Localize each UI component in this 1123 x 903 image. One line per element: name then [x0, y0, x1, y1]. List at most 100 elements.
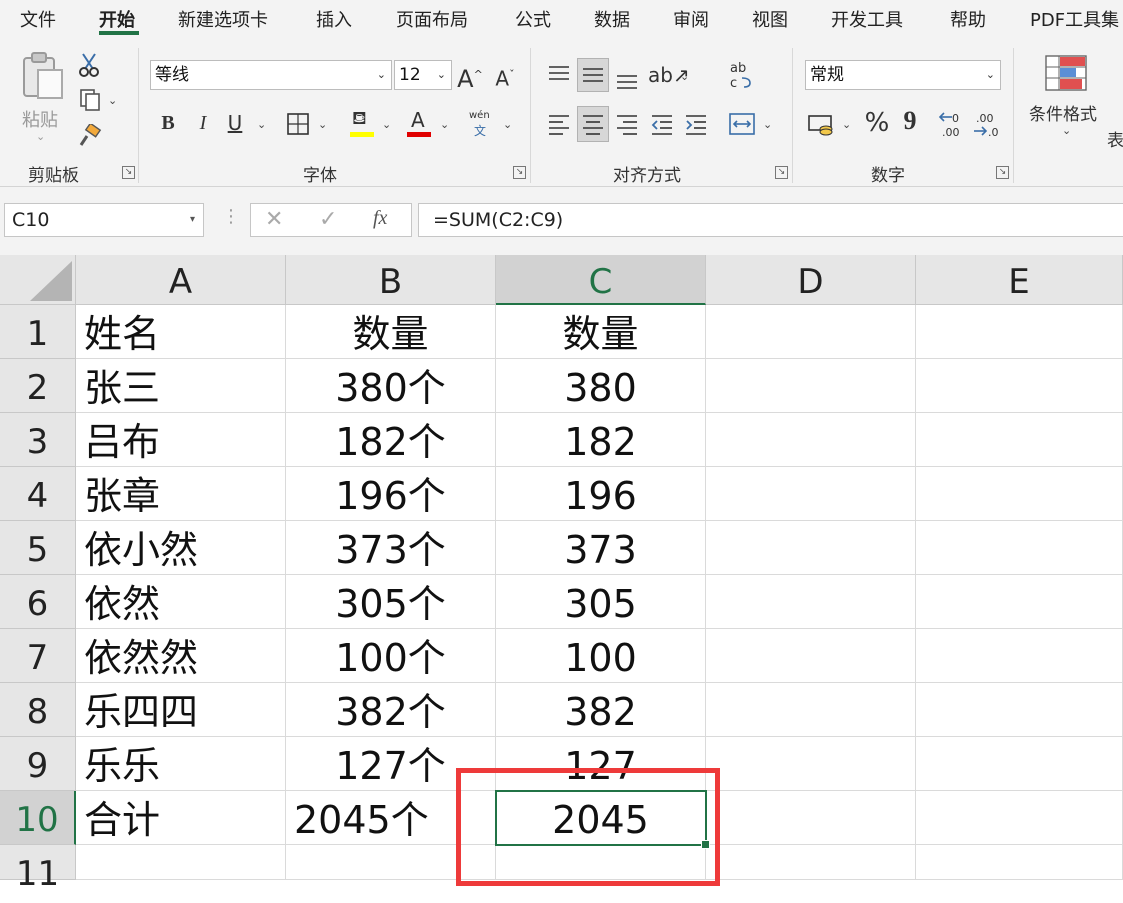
row-header-6[interactable]: 6: [0, 575, 76, 629]
underline-caret-icon[interactable]: ⌄: [257, 118, 266, 131]
cell-e4[interactable]: [916, 467, 1123, 521]
tab-help[interactable]: 帮助: [950, 6, 986, 32]
tab-review[interactable]: 审阅: [673, 6, 709, 32]
cell-a3[interactable]: 吕布: [76, 413, 286, 467]
cut-icon[interactable]: [78, 52, 100, 78]
font-color-button[interactable]: A: [405, 108, 435, 140]
cell-d1[interactable]: [706, 305, 916, 359]
font-name-combo[interactable]: 等线 ⌄: [150, 60, 392, 90]
cell-d9[interactable]: [706, 737, 916, 791]
cell-d6[interactable]: [706, 575, 916, 629]
cell-a11[interactable]: [76, 845, 286, 880]
cell-a2[interactable]: 张三: [76, 359, 286, 413]
borders-icon[interactable]: [286, 112, 310, 136]
fill-color-button[interactable]: ⛾: [348, 108, 378, 140]
name-box[interactable]: C10 ▾: [4, 203, 204, 237]
column-header-d[interactable]: D: [706, 255, 916, 305]
align-center-button[interactable]: [577, 106, 609, 142]
merge-caret-icon[interactable]: ⌄: [763, 118, 772, 131]
cell-c7[interactable]: 100: [496, 629, 706, 683]
row-header-4[interactable]: 4: [0, 467, 76, 521]
cell-c1[interactable]: 数量: [496, 305, 706, 359]
tab-page-layout[interactable]: 页面布局: [396, 6, 468, 32]
column-header-e[interactable]: E: [916, 255, 1123, 305]
wrap-text-icon[interactable]: ab c: [728, 60, 756, 90]
cell-c4[interactable]: 196: [496, 467, 706, 521]
tab-developer[interactable]: 开发工具: [831, 6, 903, 32]
tab-formulas[interactable]: 公式: [515, 6, 551, 32]
orientation-caret-icon[interactable]: ⌄: [680, 70, 689, 83]
paste-button[interactable]: 粘贴 ⌄: [18, 48, 66, 148]
accounting-format-icon[interactable]: [807, 112, 835, 136]
font-launcher-icon[interactable]: ↘: [513, 166, 526, 179]
cell-b4[interactable]: 196个: [286, 467, 496, 521]
number-launcher-icon[interactable]: ↘: [996, 166, 1009, 179]
cell-c2[interactable]: 380: [496, 359, 706, 413]
phonetic-button[interactable]: wén 文: [466, 110, 496, 140]
underline-button[interactable]: U: [222, 108, 248, 138]
cell-e6[interactable]: [916, 575, 1123, 629]
tab-data[interactable]: 数据: [594, 6, 630, 32]
cell-b7[interactable]: 100个: [286, 629, 496, 683]
conditional-format-button[interactable]: 条件格式 ⌄: [1028, 52, 1104, 152]
column-header-b[interactable]: B: [286, 255, 496, 305]
cell-d4[interactable]: [706, 467, 916, 521]
italic-button[interactable]: I: [190, 108, 216, 138]
format-painter-icon[interactable]: [78, 124, 102, 148]
cell-e11[interactable]: [916, 845, 1123, 880]
cancel-icon[interactable]: ✕: [265, 207, 283, 232]
align-middle-button[interactable]: [577, 58, 609, 92]
fill-color-caret-icon[interactable]: ⌄: [382, 118, 391, 131]
tab-view[interactable]: 视图: [752, 6, 788, 32]
cell-e2[interactable]: [916, 359, 1123, 413]
row-header-3[interactable]: 3: [0, 413, 76, 467]
merge-center-icon[interactable]: [728, 112, 756, 136]
row-header-10[interactable]: 10: [0, 791, 76, 845]
cell-c8[interactable]: 382: [496, 683, 706, 737]
shrink-font-icon[interactable]: Aˇ: [490, 60, 520, 94]
increase-indent-icon[interactable]: [684, 112, 708, 136]
borders-caret-icon[interactable]: ⌄: [318, 118, 327, 131]
tab-new-tab[interactable]: 新建选项卡: [178, 6, 268, 32]
cell-d11[interactable]: [706, 845, 916, 880]
cell-a6[interactable]: 依然: [76, 575, 286, 629]
decrease-decimal-icon[interactable]: .00 .0: [972, 110, 1004, 140]
row-header-9[interactable]: 9: [0, 737, 76, 791]
cell-e9[interactable]: [916, 737, 1123, 791]
cell-a9[interactable]: 乐乐: [76, 737, 286, 791]
cell-b5[interactable]: 373个: [286, 521, 496, 575]
cell-b2[interactable]: 380个: [286, 359, 496, 413]
cell-c5[interactable]: 373: [496, 521, 706, 575]
number-format-combo[interactable]: 常规 ⌄: [805, 60, 1001, 90]
cell-a10[interactable]: 合计: [76, 791, 286, 845]
cell-c6[interactable]: 305: [496, 575, 706, 629]
tab-file[interactable]: 文件: [20, 6, 56, 32]
insert-function-button[interactable]: fx: [373, 207, 387, 230]
clipboard-launcher-icon[interactable]: ↘: [122, 166, 135, 179]
tab-insert[interactable]: 插入: [316, 6, 352, 32]
cell-e5[interactable]: [916, 521, 1123, 575]
comma-style-button[interactable]: 9: [898, 106, 922, 136]
font-color-caret-icon[interactable]: ⌄: [440, 118, 449, 131]
cell-a7[interactable]: 依然然: [76, 629, 286, 683]
tab-home[interactable]: 开始: [99, 6, 135, 32]
cell-d7[interactable]: [706, 629, 916, 683]
cell-d10[interactable]: [706, 791, 916, 845]
row-header-1[interactable]: 1: [0, 305, 76, 359]
column-header-a[interactable]: A: [76, 255, 286, 305]
decrease-indent-icon[interactable]: [650, 112, 674, 136]
row-header-8[interactable]: 8: [0, 683, 76, 737]
tab-pdf-tools[interactable]: PDF工具集: [1030, 6, 1119, 32]
percent-style-button[interactable]: %: [862, 108, 892, 138]
cell-e8[interactable]: [916, 683, 1123, 737]
enter-icon[interactable]: ✓: [319, 207, 337, 232]
align-top-icon[interactable]: [547, 64, 571, 84]
cell-e10[interactable]: [916, 791, 1123, 845]
formula-bar-grip-icon[interactable]: ⋮: [222, 206, 240, 227]
row-header-7[interactable]: 7: [0, 629, 76, 683]
formula-input[interactable]: =SUM(C2:C9): [418, 203, 1123, 237]
format-as-table-label-cut[interactable]: 表: [1107, 126, 1123, 151]
grow-font-icon[interactable]: A^: [455, 60, 485, 94]
cell-d3[interactable]: [706, 413, 916, 467]
row-header-5[interactable]: 5: [0, 521, 76, 575]
